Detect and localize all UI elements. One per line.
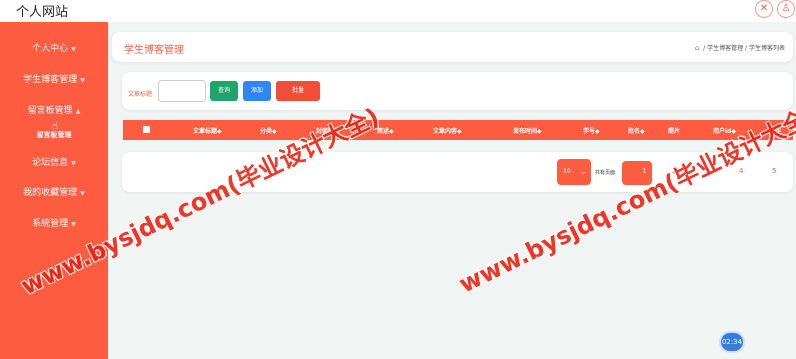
page-size-select[interactable]: 10 ⌄ (557, 159, 591, 185)
chevron-down-icon: ▼ (80, 190, 85, 197)
chevron-down-icon: ▼ (80, 77, 85, 84)
home-icon[interactable]: ⌂ (695, 44, 699, 52)
column-header-content[interactable]: 文章内容◆ (433, 126, 462, 135)
sidebar-item-label: 论坛信息 (32, 158, 69, 168)
sidebar-item-label: 学生博客管理 (23, 75, 78, 85)
search-label: 文章标题 (128, 91, 153, 98)
sidebar-item-label: 我的收藏管理 (23, 188, 78, 198)
column-header-summary[interactable]: 简述◆ (377, 126, 394, 135)
page-button[interactable]: 1 (642, 167, 646, 175)
sidebar-item-label: 留言板管理 (27, 106, 73, 116)
site-title: 个人网站 (16, 5, 69, 20)
breadcrumb: ⌂ / 学生博客管理 / 学生博客列表 (694, 44, 785, 52)
sidebar-subitem-guestbook[interactable]: 留言板管理 (0, 130, 108, 140)
column-header-actions: 操作 (769, 128, 782, 135)
column-header-publish-time[interactable]: 发布时间◆ (513, 126, 542, 135)
sidebar-item-forum[interactable]: 论坛信息 ▼ (0, 155, 108, 168)
total-text: 共有页面 (595, 170, 616, 176)
sidebar-item-label: 系统管理 (32, 219, 69, 229)
page-button[interactable]: 3 (705, 167, 709, 175)
column-header-photo: 照片 (668, 128, 681, 135)
chevron-down-icon: ▼ (71, 160, 76, 167)
sidebar-item-favorites[interactable]: 我的收藏管理 ▼ (0, 185, 108, 198)
table-header: 文章标题◆ 分类◆ 封面图片 简述◆ 文章内容◆ 发布时间◆ 学号◆ 姓名◆ 照… (123, 120, 793, 140)
select-all-checkbox[interactable] (143, 126, 150, 133)
page-button[interactable]: 2 (672, 167, 676, 175)
title-search-input[interactable] (158, 80, 206, 102)
column-header-category[interactable]: 分类◆ (260, 126, 277, 135)
add-button[interactable]: 添加 (243, 81, 271, 101)
column-header-title[interactable]: 文章标题◆ (193, 126, 222, 135)
breadcrumb-item[interactable]: 学生博客管理 (707, 45, 743, 52)
sidebar-item-guestbook[interactable]: 留言板管理 ▲ (0, 103, 108, 116)
column-header-user-id[interactable]: 用户id◆ (713, 126, 736, 135)
sidebar: 个人中心 ▼ 学生博客管理 ▼ 留言板管理 ▲ ☝ 留言板管理 论坛信息 ▼ 我的收藏管… (0, 22, 108, 359)
sidebar-item-blog[interactable]: 学生博客管理 ▼ (0, 72, 108, 85)
batch-delete-label: 批量 (291, 87, 304, 94)
pagination: 10 ⌄ 共有页面 1 2 3 4 5 (122, 152, 793, 192)
search-bar: 文章标题 查询 添加 批量 (122, 72, 793, 110)
sidebar-item-label: 个人中心 (32, 44, 69, 54)
page-button[interactable]: 4 (739, 167, 743, 175)
chevron-down-icon: ▼ (71, 46, 76, 53)
breadcrumb-item: 学生博客列表 (748, 45, 785, 52)
close-icon[interactable]: ✕ (755, 0, 773, 18)
page-button[interactable]: 5 (772, 167, 776, 175)
column-header-student-no[interactable]: 学号◆ (583, 126, 600, 135)
page-title: 学生博客管理 (124, 45, 184, 56)
sidebar-item-personal-center[interactable]: 个人中心 ▼ (0, 41, 108, 54)
sidebar-item-system[interactable]: 系统管理 ▼ (0, 216, 108, 229)
column-header-name[interactable]: 姓名◆ (628, 126, 645, 135)
page-button-active[interactable] (622, 161, 652, 185)
batch-delete-button[interactable]: 批量 (276, 81, 320, 101)
user-icon[interactable]: ♙ (777, 0, 795, 18)
floating-timer[interactable]: 02:34 (719, 331, 745, 353)
chevron-up-icon: ▲ (75, 108, 81, 115)
column-header-cover: 封面图片 (316, 128, 341, 135)
chevron-down-icon: ⌄ (580, 168, 586, 176)
top-bar: 个人网站 ✕ ♙ (0, 0, 796, 22)
page-header: 学生博客管理 ⌂ / 学生博客管理 / 学生博客列表 (112, 32, 793, 62)
chevron-down-icon: ▼ (71, 221, 76, 228)
query-button[interactable]: 查询 (210, 81, 238, 101)
